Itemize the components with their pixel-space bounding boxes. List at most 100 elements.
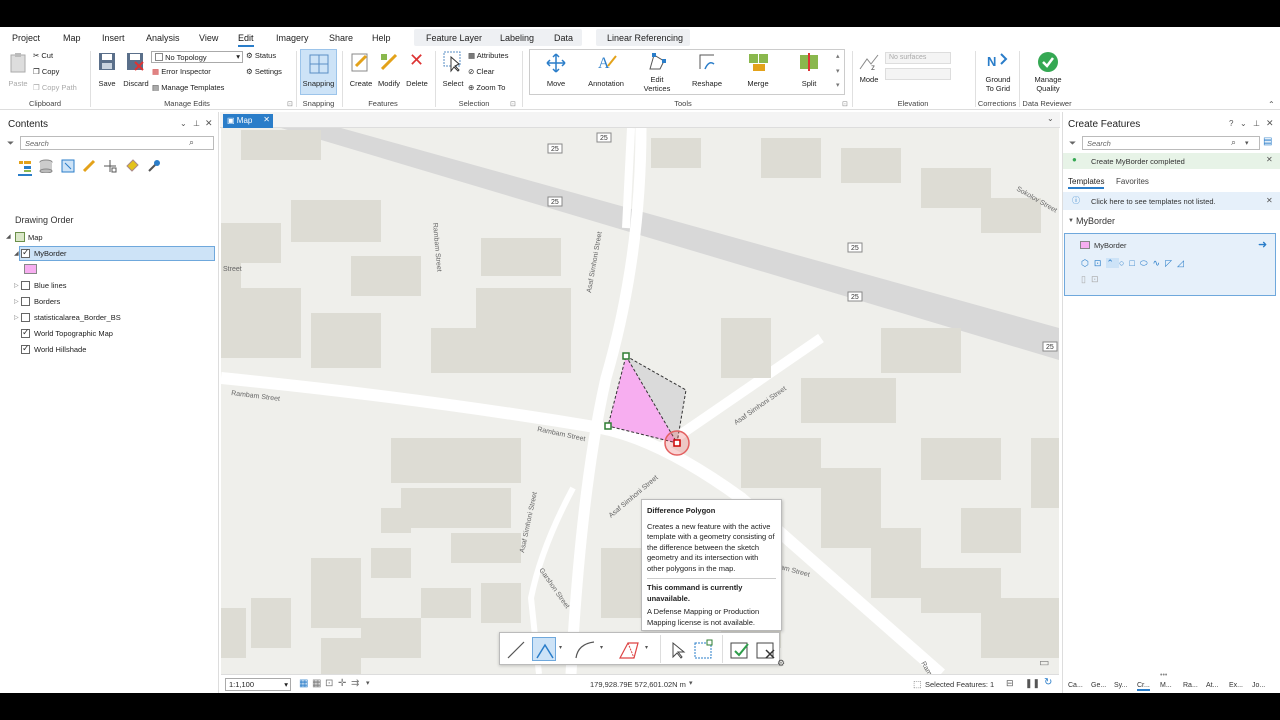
tab-view[interactable]: View (199, 33, 218, 43)
tab-imagery[interactable]: Imagery (276, 33, 309, 43)
myborder-legend-swatch[interactable] (24, 264, 37, 274)
refresh-icon[interactable]: ↻ (1044, 677, 1052, 688)
pane-tab-symbology[interactable]: Sy... (1114, 682, 1127, 689)
copy-button[interactable]: ❐ Copy (33, 67, 59, 76)
tab-map[interactable]: Map (63, 33, 81, 43)
finish-sketch-icon[interactable] (730, 640, 750, 660)
clear-button[interactable]: ⊘ Clear (468, 67, 494, 76)
surfaces-select[interactable]: No surfaces (885, 52, 951, 64)
contents-search-input[interactable]: Search (20, 136, 214, 150)
pin-icon[interactable]: ⊥ (193, 119, 200, 128)
edit-vertices-button[interactable]: Edit Vertices (636, 75, 678, 93)
tab-labeling[interactable]: Labeling (500, 33, 534, 43)
collapse-group-icon[interactable]: ▼ (1068, 218, 1074, 224)
filter-icon[interactable]: ⏷ (1069, 138, 1076, 149)
expand-layer-icon[interactable]: ▷ (14, 282, 19, 289)
pause-icon[interactable]: ❚❚ (1025, 678, 1040, 689)
topology-select[interactable]: No Topology ▾ (151, 51, 243, 63)
freehand-tool-icon[interactable]: ⌃ (1106, 258, 1119, 268)
chevron-down-icon[interactable]: ▾ (1245, 139, 1249, 147)
scroll-down-icon[interactable]: ▾ (836, 67, 840, 75)
split-button[interactable]: Split (791, 79, 827, 88)
circle-tool-icon[interactable]: ○ (1119, 258, 1129, 268)
tab-linear-referencing[interactable]: Linear Referencing (607, 33, 683, 43)
expand-layer-icon[interactable]: ▷ (14, 314, 19, 321)
tab-share[interactable]: Share (329, 33, 353, 43)
pane-tab-catalog[interactable]: Ca... (1068, 682, 1083, 689)
layer-name-borders[interactable]: Borders (34, 297, 60, 306)
arrow-right-icon[interactable]: ➜ (1258, 238, 1267, 251)
toolbar-options-icon[interactable]: ⚙ (777, 658, 785, 669)
select-vertex-icon[interactable] (670, 641, 688, 659)
create-button[interactable]: Create (346, 79, 376, 88)
layer-checkbox-statisticalarea[interactable] (21, 313, 30, 322)
layer-checkbox-blue-lines[interactable] (21, 281, 30, 290)
chevron-down-icon[interactable]: ▾ (600, 644, 603, 651)
polygon-tool-icon[interactable]: ⬡ (1081, 258, 1094, 268)
selected-features-count[interactable]: Selected Features: 1 (925, 680, 994, 689)
expand-layer-icon[interactable]: ◢ (14, 250, 19, 257)
manage-templates-button[interactable]: ▤ Manage Templates (152, 83, 224, 92)
move-button[interactable]: Move (538, 79, 574, 88)
ellipse-tool-icon[interactable]: ⬭ (1140, 258, 1153, 268)
expand-map-icon[interactable]: ◢ (6, 233, 11, 240)
tab-feature-layer[interactable]: Feature Layer (426, 33, 482, 43)
cut-button[interactable]: ✂ Cut (33, 51, 53, 60)
line-tool-icon[interactable] (507, 641, 525, 659)
tab-templates[interactable]: Templates (1068, 177, 1105, 189)
template-view-icon[interactable]: ▤ (1263, 136, 1272, 147)
modify-button[interactable]: Modify (374, 79, 404, 88)
tab-edit[interactable]: Edit (238, 33, 254, 47)
list-by-editing-icon[interactable] (82, 159, 96, 173)
manage-quality-button[interactable]: Manage Quality (1028, 75, 1068, 93)
auto-complete-tool-icon[interactable]: ◿ (1177, 258, 1189, 268)
list-by-selection-icon[interactable] (61, 159, 75, 173)
tab-analysis[interactable]: Analysis (146, 33, 180, 43)
arc-tool-icon[interactable] (575, 641, 595, 659)
merge-button[interactable]: Merge (740, 79, 776, 88)
scale-select[interactable]: 1:1,100 ▾ (225, 678, 291, 691)
paste-button[interactable]: Paste (6, 79, 30, 88)
pane-tab-create-features[interactable]: Cr... (1137, 682, 1150, 691)
reshape-button[interactable]: Reshape (686, 79, 728, 88)
tab-list-icon[interactable]: ⌄ (1047, 114, 1054, 123)
close-tab-icon[interactable]: ✕ (263, 115, 270, 124)
dialog-launcher-icon[interactable]: ⊡ (287, 100, 293, 108)
pane-menu-icon[interactable]: ⌄ (180, 119, 187, 128)
close-icon[interactable]: ✕ (1266, 118, 1274, 129)
discard-button[interactable]: Discard (120, 79, 152, 88)
crosshair-icon[interactable]: ✛ (338, 678, 346, 689)
search-icon[interactable]: ⌕ (189, 137, 194, 148)
scroll-up-icon[interactable]: ▴ (836, 52, 840, 60)
tab-help[interactable]: Help (372, 33, 391, 43)
list-by-data-source-icon[interactable] (39, 159, 53, 173)
table-icon[interactable]: ⊟ (1006, 678, 1014, 689)
expand-layer-icon[interactable]: ▷ (14, 298, 19, 305)
tab-project[interactable]: Project (12, 33, 40, 43)
polygon-tool-button[interactable] (532, 637, 556, 661)
rotation-icon[interactable]: ⊡ (325, 678, 333, 689)
tab-data[interactable]: Data (554, 33, 573, 43)
edit-vertices-icon[interactable] (693, 638, 715, 660)
map-view-tab[interactable]: ▣ Map ✕ (223, 114, 273, 128)
chevron-down-icon[interactable]: ▾ (645, 644, 648, 651)
select-button[interactable]: Select (440, 79, 466, 88)
collapse-ribbon-icon[interactable]: ⌃ (1268, 100, 1275, 109)
help-icon[interactable]: ? (1229, 119, 1233, 128)
layer-checkbox-world-topographic[interactable] (21, 327, 30, 338)
layer-name-world-hillshade[interactable]: World Hillshade (34, 345, 86, 354)
settings-button[interactable]: ⚙ Settings (246, 67, 282, 76)
elevation-offset-field[interactable] (885, 68, 951, 80)
status-button[interactable]: ⚙ Status (246, 51, 276, 60)
attributes-button[interactable]: ▦ Attributes (468, 51, 508, 60)
layer-name-statisticalarea[interactable]: statisticalarea_Border_BS (34, 313, 121, 322)
filter-icon[interactable]: ⏷ (7, 138, 14, 149)
tab-insert[interactable]: Insert (102, 33, 125, 43)
list-by-snapping-icon[interactable] (103, 159, 117, 173)
template-group-header[interactable]: MyBorder (1076, 216, 1115, 226)
pane-tab-export[interactable]: Ex... (1229, 682, 1243, 689)
pane-tab-geoprocessing[interactable]: Ge... (1091, 682, 1106, 689)
more-tabs-icon[interactable]: ••• (1160, 672, 1167, 679)
pane-tab-modify[interactable]: M... (1160, 682, 1172, 689)
map-view[interactable]: 25 25 25 25 25 25 Rambam Street Rambam S… (221, 128, 1059, 674)
